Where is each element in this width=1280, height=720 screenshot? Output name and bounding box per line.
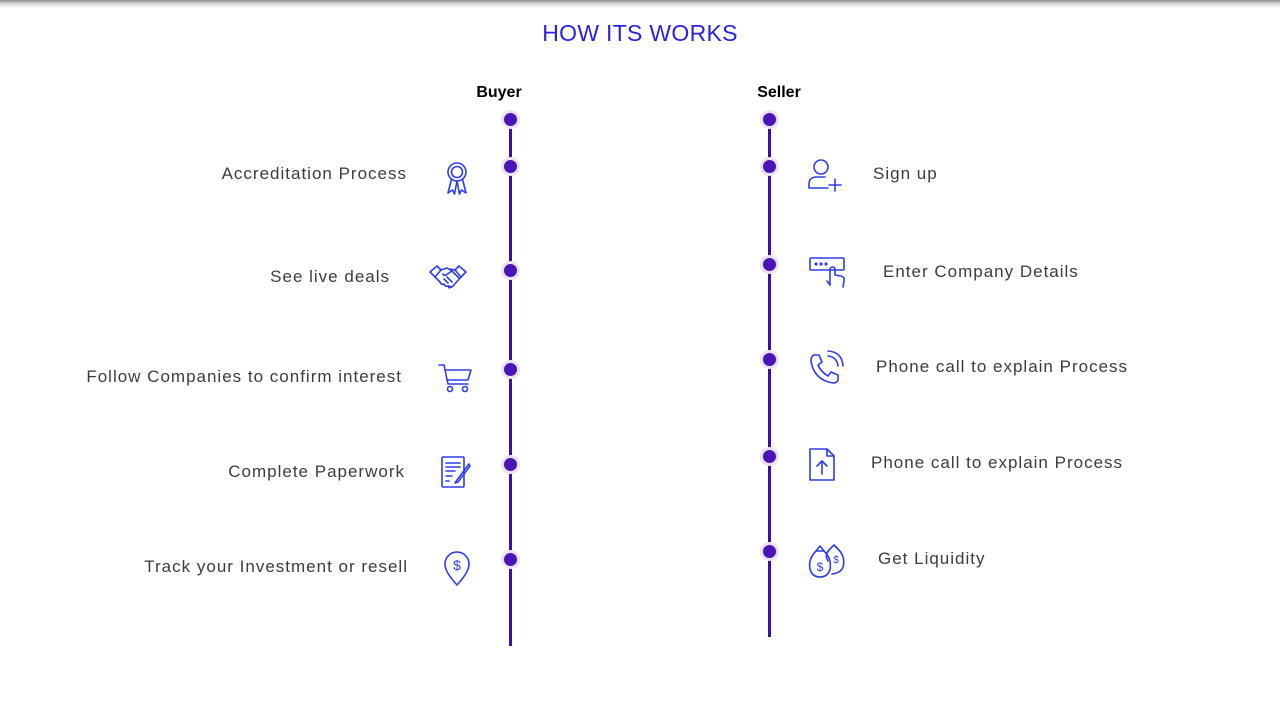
- page-title: HOW ITS WORKS: [542, 20, 738, 46]
- seller-start-dot: [762, 112, 776, 126]
- seller-step-dot: [762, 159, 776, 173]
- add-user-icon: [804, 155, 844, 195]
- seller-step-label: Enter Company Details: [883, 262, 1079, 281]
- seller-step-label: Phone call to explain Process: [876, 357, 1129, 376]
- seller-heading: Seller: [757, 84, 801, 101]
- phone-call-icon: [806, 348, 846, 388]
- svg-text:$: $: [817, 560, 824, 574]
- seller-step-dot: [762, 257, 776, 271]
- dollar-location-pin-icon: $: [437, 548, 477, 588]
- buyer-step-dot: [503, 159, 517, 173]
- buyer-heading: Buyer: [476, 84, 522, 101]
- password-input-icon: [808, 253, 848, 293]
- buyer-start-dot: [503, 112, 517, 126]
- shopping-cart-icon: [436, 357, 476, 397]
- svg-text:$: $: [833, 555, 839, 566]
- handshake-icon: [428, 258, 468, 298]
- svg-text:$: $: [453, 557, 461, 573]
- buyer-step-dot: [503, 362, 517, 376]
- document-edit-icon: [435, 452, 475, 492]
- award-ribbon-icon: [437, 157, 477, 197]
- seller-step-dot: [762, 352, 776, 366]
- seller-timeline-line: [767, 119, 771, 637]
- buyer-step-dot: [503, 552, 517, 566]
- buyer-step-label: See live deals: [270, 267, 390, 286]
- seller-step-label: Phone call to explain Process: [871, 453, 1124, 472]
- seller-step-label: Sign up: [873, 164, 938, 183]
- buyer-timeline-line: [508, 119, 512, 646]
- buyer-step-label: Accreditation Process: [221, 164, 407, 183]
- buyer-step-label: Track your Investment or resell: [144, 557, 408, 576]
- seller-step-dot: [762, 544, 776, 558]
- money-bags-icon: $ $: [806, 541, 846, 581]
- buyer-step-label: Follow Companies to confirm interest: [86, 367, 402, 386]
- buyer-step-dot: [503, 263, 517, 277]
- file-upload-icon: [802, 444, 842, 484]
- seller-step-dot: [762, 449, 776, 463]
- seller-step-label: Get Liquidity: [878, 549, 986, 568]
- how-it-works-page: HOW ITS WORKS Buyer Seller Accreditation…: [0, 0, 1280, 720]
- buyer-step-dot: [503, 457, 517, 471]
- buyer-step-label: Complete Paperwork: [228, 462, 405, 481]
- top-shadow: [0, 0, 1280, 8]
